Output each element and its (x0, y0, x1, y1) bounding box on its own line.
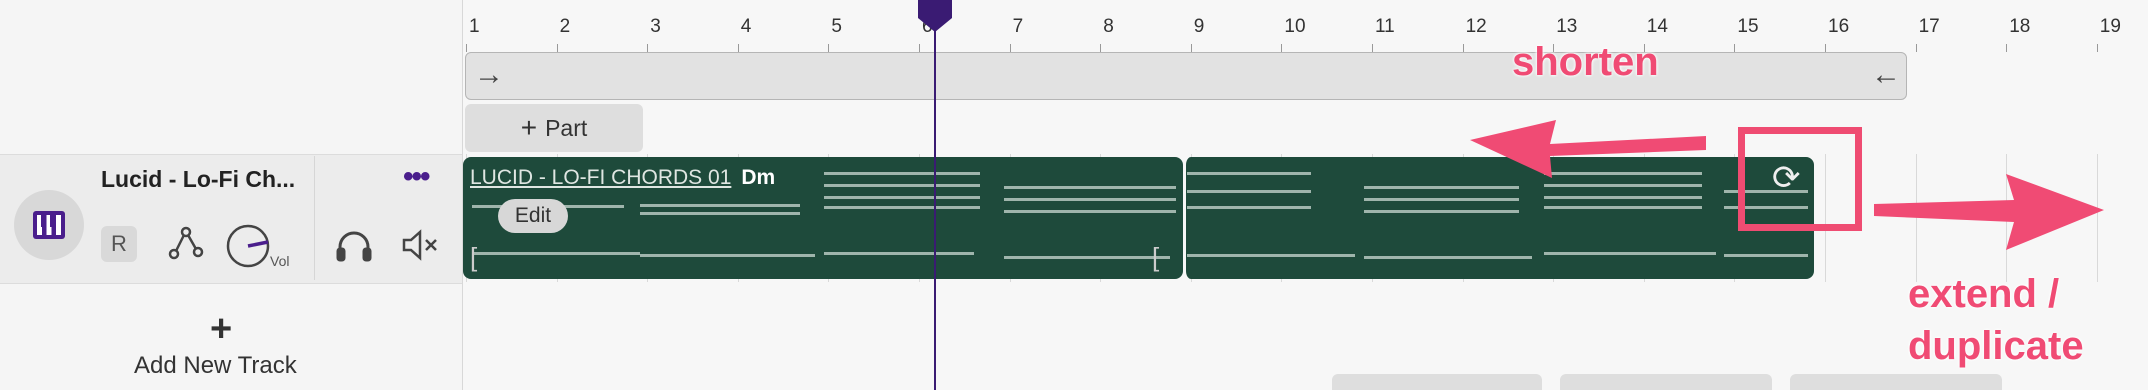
midi-note (640, 254, 815, 257)
ruler-tick (1190, 44, 1192, 52)
loop-range-bar[interactable] (465, 52, 1907, 100)
midi-note (1544, 252, 1716, 255)
midi-note (1364, 198, 1519, 201)
midi-note (1004, 198, 1176, 201)
ruler-bar-number[interactable]: 14 (1647, 16, 1668, 38)
add-new-track-button[interactable]: Add New Track (134, 352, 297, 380)
ruler-tick (828, 44, 830, 52)
midi-note (640, 212, 800, 215)
ruler-tick (737, 44, 739, 52)
ruler-bar-number[interactable]: 10 (1284, 16, 1305, 38)
ruler-tick (1372, 44, 1373, 52)
record-arm-button[interactable]: R (101, 226, 137, 262)
ruler-tick (919, 44, 920, 52)
region-title: LUCID - LO-FI CHORDS 01 Dm (470, 166, 775, 190)
piano-icon[interactable] (14, 190, 84, 260)
midi-note (824, 206, 980, 209)
volume-label: Vol (270, 253, 290, 269)
ruler-bar-number[interactable]: 16 (1828, 16, 1849, 38)
ruler-tick (1462, 44, 1464, 52)
extend-annotation: extend / (1908, 272, 2060, 316)
ruler-tick (1915, 44, 1917, 52)
region-name: LUCID - LO-FI CHORDS 01 (470, 166, 732, 189)
midi-note (824, 184, 980, 187)
ruler-bar-number[interactable]: 18 (2009, 16, 2030, 38)
playhead-handle-icon[interactable] (918, 0, 952, 32)
ruler-tick (2006, 44, 2008, 52)
placeholder-block (1790, 374, 2002, 390)
midi-note (824, 172, 980, 175)
midi-note (1187, 172, 1311, 175)
ruler-bar-number[interactable]: 11 (1375, 16, 1395, 38)
ruler-bar-number[interactable]: 13 (1556, 16, 1577, 38)
automation-icon[interactable] (166, 224, 206, 264)
loop-icon[interactable]: ⟳ (1772, 158, 1801, 198)
placeholder-block (1560, 374, 1772, 390)
midi-note (1724, 254, 1808, 257)
ruler-tick (556, 44, 558, 52)
midi-note (1364, 256, 1532, 259)
midi-note (472, 252, 640, 255)
ruler-tick (2096, 44, 2098, 52)
shorten-annotation: shorten (1512, 40, 1659, 84)
headphones-icon[interactable] (334, 225, 374, 265)
midi-note (1004, 210, 1176, 213)
ruler-tick (1281, 44, 1283, 52)
midi-note (1187, 206, 1311, 209)
loop-end-arrow-icon[interactable]: ← (1871, 58, 1901, 92)
ruler-bar-number[interactable]: 9 (1194, 16, 1205, 38)
ruler-tick (1734, 44, 1736, 52)
add-part-button[interactable]: + Part (465, 104, 643, 152)
ruler-bar-number[interactable]: 2 (560, 16, 571, 38)
playhead[interactable] (934, 0, 936, 390)
plus-icon: + (520, 112, 538, 143)
midi-note (1364, 210, 1519, 213)
midi-note (1004, 186, 1176, 189)
divider (314, 156, 315, 280)
ruler-bar-number[interactable]: 7 (1013, 16, 1024, 38)
extend-arrow-icon (1874, 174, 2104, 250)
add-track-plus-icon[interactable]: + (210, 310, 232, 348)
ruler-bar-number[interactable]: 12 (1466, 16, 1487, 38)
ruler-bar-number[interactable]: 4 (741, 16, 752, 38)
ruler-bar-number[interactable]: 3 (650, 16, 661, 38)
ruler-tick (1825, 44, 1826, 52)
shorten-arrow-icon (1470, 120, 1706, 178)
midi-note (1544, 206, 1702, 209)
ruler-tick (1100, 44, 1102, 52)
region-end-handle-icon[interactable]: [ (1152, 242, 1159, 273)
midi-note (824, 196, 980, 199)
add-part-label: Part (545, 114, 588, 141)
ruler-tick (1009, 44, 1011, 52)
midi-note (1187, 190, 1311, 193)
edit-button[interactable]: Edit (498, 199, 568, 233)
midi-note (1004, 256, 1170, 259)
placeholder-block (1332, 374, 1542, 390)
more-options-button[interactable]: ••• (403, 160, 430, 194)
ruler-bar-number[interactable]: 17 (1919, 16, 1940, 38)
loop-start-arrow-icon[interactable]: → (474, 58, 504, 92)
track-name[interactable]: Lucid - Lo-Fi Ch... (101, 166, 295, 193)
duplicate-annotation: duplicate (1908, 324, 2084, 368)
midi-note (640, 204, 800, 207)
midi-note (824, 252, 974, 255)
ruler-bar-number[interactable]: 8 (1103, 16, 1114, 38)
midi-note (1544, 196, 1702, 199)
ruler-bar-number[interactable]: 19 (2100, 16, 2121, 38)
ruler-tick (647, 44, 649, 52)
ruler-bar-number[interactable]: 5 (831, 16, 842, 38)
region-start-handle-icon[interactable]: [ (470, 242, 477, 273)
mute-icon[interactable] (400, 225, 440, 265)
ruler-bar-number[interactable]: 15 (1737, 16, 1758, 38)
ruler-tick (466, 44, 467, 52)
region-key: Dm (741, 166, 776, 189)
midi-note (1187, 254, 1355, 257)
ruler-bar-number[interactable]: 1 (469, 16, 480, 38)
